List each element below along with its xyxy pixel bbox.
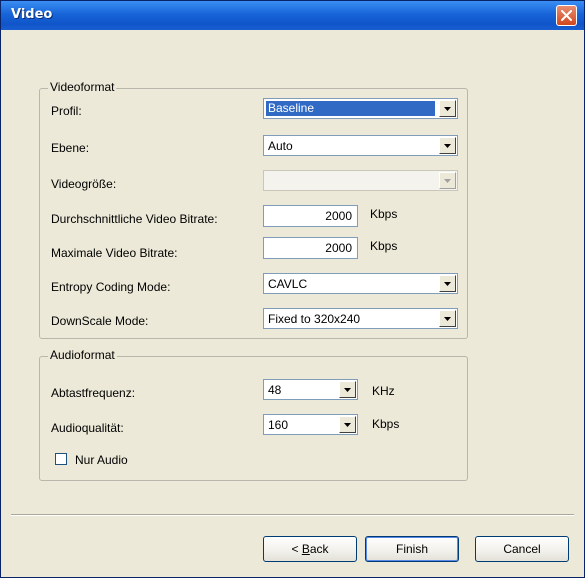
qualitaet-dropdown-button[interactable] (339, 416, 356, 433)
abtast-unit: KHz (372, 384, 395, 398)
profil-value: Baseline (266, 101, 435, 116)
entropy-label: Entropy Coding Mode: (51, 280, 171, 294)
close-button[interactable] (556, 5, 577, 26)
audioformat-legend: Audioformat (48, 348, 117, 362)
max-bitrate-unit: Kbps (370, 239, 398, 253)
downscale-select[interactable]: Fixed to 320x240 (263, 308, 458, 329)
videoformat-legend: Videoformat (48, 80, 117, 94)
entropy-value: CAVLC (268, 277, 308, 291)
chevron-down-icon (444, 317, 451, 321)
finish-button[interactable]: Finish (365, 536, 459, 562)
back-button-prefix: < (291, 542, 302, 556)
chevron-down-icon (444, 144, 451, 148)
qualitaet-select[interactable]: 160 (263, 414, 358, 435)
ebene-select[interactable]: Auto (263, 135, 458, 156)
downscale-label: DownScale Mode: (51, 314, 149, 328)
entropy-select[interactable]: CAVLC (263, 273, 458, 294)
avg-bitrate-label: Durchschnittliche Video Bitrate: (51, 212, 218, 226)
nur-audio-checkbox[interactable] (55, 453, 67, 465)
chevron-down-icon (344, 388, 351, 392)
profil-dropdown-button[interactable] (439, 100, 456, 117)
title-bar[interactable]: Video (1, 1, 584, 30)
close-icon (561, 10, 572, 21)
nur-audio-label[interactable]: Nur Audio (75, 453, 128, 467)
videogroesse-dropdown-button (439, 172, 456, 189)
downscale-value: Fixed to 320x240 (268, 312, 361, 326)
abtast-label: Abtastfrequenz: (51, 386, 136, 400)
button-separator (11, 514, 574, 516)
ebene-label: Ebene: (51, 141, 90, 155)
avg-bitrate-unit: Kbps (370, 207, 398, 221)
max-bitrate-input[interactable]: 2000 (263, 237, 358, 259)
chevron-down-icon (444, 282, 451, 286)
videogroesse-select (263, 170, 458, 191)
window-title: Video (11, 7, 53, 22)
qualitaet-label: Audioqualität: (51, 421, 124, 435)
videogroesse-label: Videogröße: (51, 177, 117, 191)
chevron-down-icon (344, 423, 351, 427)
downscale-dropdown-button[interactable] (439, 310, 456, 327)
qualitaet-value: 160 (268, 418, 289, 432)
chevron-down-icon (444, 107, 451, 111)
avg-bitrate-input[interactable]: 2000 (263, 205, 358, 227)
entropy-dropdown-button[interactable] (439, 275, 456, 292)
back-button-rest: ack (309, 542, 329, 556)
ebene-value: Auto (268, 139, 293, 153)
qualitaet-unit: Kbps (372, 417, 400, 431)
profil-label: Profil: (51, 104, 82, 118)
ebene-dropdown-button[interactable] (439, 137, 456, 154)
chevron-down-icon (444, 179, 451, 183)
abtast-value: 48 (268, 383, 282, 397)
abtast-dropdown-button[interactable] (339, 381, 356, 398)
abtast-select[interactable]: 48 (263, 379, 358, 400)
video-dialog: Video Videoformat Profil: Baseline Ebene… (0, 0, 585, 578)
back-button-accel: B (301, 542, 310, 556)
back-button[interactable]: < Back (263, 536, 357, 562)
cancel-button[interactable]: Cancel (475, 536, 569, 562)
profil-select[interactable]: Baseline (263, 98, 458, 119)
max-bitrate-label: Maximale Video Bitrate: (51, 246, 178, 260)
